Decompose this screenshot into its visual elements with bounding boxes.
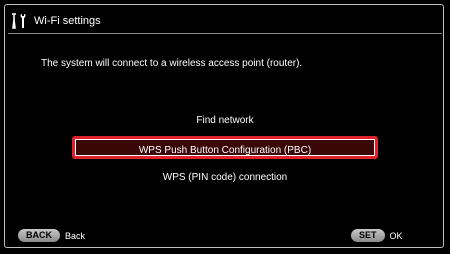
back-label: Back (65, 230, 86, 241)
screen-frame (4, 4, 444, 248)
tools-icon (10, 12, 28, 30)
page-title: Wi-Fi settings (34, 15, 101, 27)
set-key-badge: SET (351, 229, 385, 242)
info-message: The system will connect to a wireless ac… (41, 58, 303, 69)
back-key-badge: BACK (18, 229, 60, 242)
wps-pin-option[interactable]: WPS (PIN code) connection (72, 172, 378, 183)
wps-pbc-option[interactable]: WPS Push Button Configuration (PBC) (72, 136, 378, 159)
header-divider (8, 33, 442, 34)
header: Wi-Fi settings (10, 10, 101, 32)
set-ok-button[interactable]: SET OK (351, 229, 403, 242)
find-network-option[interactable]: Find network (72, 115, 378, 126)
ok-label: OK (389, 230, 403, 241)
back-button[interactable]: BACK Back (18, 229, 85, 242)
